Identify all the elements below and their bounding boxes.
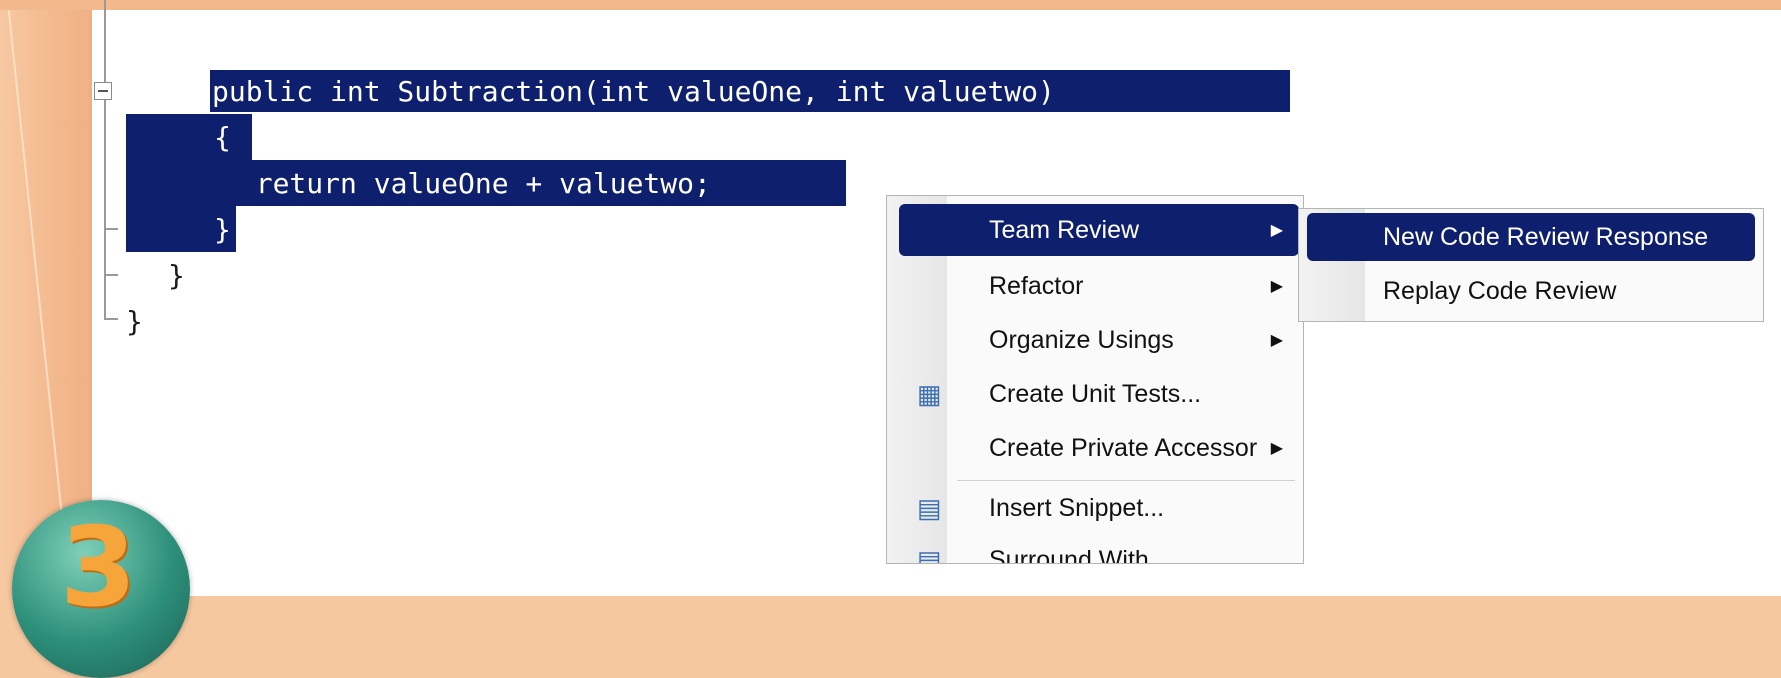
menu-item-team-review[interactable]: Team Review ▶ — [899, 204, 1299, 256]
outline-tick — [104, 274, 118, 276]
submenu-item-label: Replay Code Review — [1383, 276, 1617, 305]
code-line-namespace-close[interactable]: } — [126, 302, 143, 342]
menu-separator — [957, 480, 1295, 481]
menu-item-label: Create Unit Tests... — [989, 379, 1202, 408]
menu-item-label: Create Private Accessor — [989, 433, 1258, 462]
code-line-return[interactable]: return valueOne + valuetwo; — [222, 164, 711, 204]
submenu-arrow-icon: ▶ — [1270, 440, 1283, 457]
surround-icon: ▤ — [917, 544, 942, 564]
code-line-open-brace[interactable]: { — [214, 118, 231, 158]
submenu-item-label: New Code Review Response — [1383, 222, 1709, 251]
submenu-arrow-icon: ▶ — [1270, 278, 1283, 295]
collapse-toggle-icon[interactable] — [94, 82, 112, 100]
selection-highlight — [126, 114, 252, 160]
submenu-arrow-icon: ▶ — [1270, 222, 1283, 239]
team-review-submenu: New Code Review Response Replay Code Rev… — [1298, 208, 1764, 322]
snippet-icon: ▤ — [917, 492, 942, 523]
menu-item-create-private-accessor[interactable]: Create Private Accessor ▶ — [899, 422, 1299, 474]
editor-context-menu: Team Review ▶ Refactor ▶ Organize Usings… — [886, 195, 1304, 564]
step-number: 3 — [60, 503, 137, 631]
unit-test-icon: ▦ — [917, 378, 942, 409]
submenu-arrow-icon: ▶ — [1270, 332, 1283, 349]
outline-tick — [104, 228, 118, 230]
menu-item-create-unit-tests[interactable]: ▦ Create Unit Tests... — [899, 368, 1299, 420]
menu-item-insert-snippet[interactable]: ▤ Insert Snippet... — [899, 482, 1299, 534]
code-line-class-close[interactable]: } — [168, 256, 185, 296]
code-line-signature[interactable]: public int Subtraction(int valueOne, int… — [212, 72, 1055, 112]
outline-gutter-line — [104, 0, 106, 320]
menu-item-new-code-review-response[interactable]: New Code Review Response — [1307, 213, 1755, 261]
slide-top-border — [0, 0, 1781, 10]
menu-item-label: Refactor — [989, 271, 1084, 300]
menu-item-refactor[interactable]: Refactor ▶ — [899, 260, 1299, 312]
menu-item-label: Surround With... — [989, 545, 1170, 564]
menu-item-replay-code-review[interactable]: Replay Code Review — [1307, 267, 1755, 315]
menu-item-organize-usings[interactable]: Organize Usings ▶ — [899, 314, 1299, 366]
menu-item-label: Team Review — [989, 215, 1140, 244]
menu-item-surround-with[interactable]: ▤ Surround With... — [899, 534, 1299, 564]
menu-item-label: Organize Usings — [989, 325, 1174, 354]
outline-tick — [104, 318, 118, 320]
code-line-close-brace[interactable]: } — [214, 210, 231, 250]
menu-item-label: Insert Snippet... — [989, 493, 1165, 522]
